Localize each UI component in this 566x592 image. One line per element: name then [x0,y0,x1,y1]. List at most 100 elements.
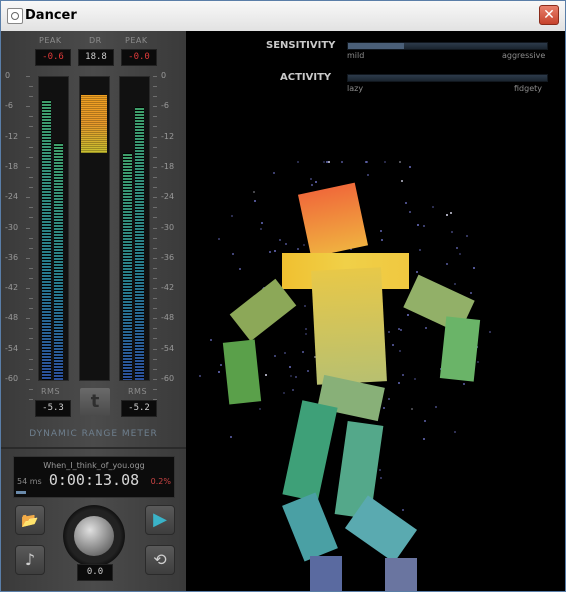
particle [304,305,307,308]
scale-tick [26,318,30,320]
scale-tick [153,368,157,370]
particle [231,252,234,255]
particle [466,234,469,237]
particle [388,398,390,401]
particle [405,202,408,205]
scale-tick [29,368,33,370]
music-button[interactable]: ♪ [15,545,45,575]
particle [399,349,402,352]
right-peak-bar [135,107,144,380]
scale-tick [29,399,33,400]
close-button[interactable] [539,5,559,25]
loop-button[interactable]: ⟲ [145,545,175,575]
particle [462,382,465,385]
particle [422,225,425,228]
particle [310,183,313,186]
particle [296,161,299,164]
particle [279,238,282,241]
particle [446,262,449,265]
particle [323,161,326,163]
particle [268,250,271,253]
scale-tick [29,358,33,360]
scale-label: -54 [5,343,19,353]
scale-tick [29,86,33,87]
particle [401,373,404,376]
sensitivity-max-label: aggressive [502,51,546,60]
particle [473,266,476,269]
scale-tick [29,338,33,340]
scale-label: -42 [161,283,175,293]
volume-knob[interactable] [63,505,125,567]
dancer-lower-arm-left [222,339,262,405]
particle [409,211,412,214]
particle [210,339,213,342]
scale-tick [153,116,157,118]
particle [423,438,426,441]
scale-tick [29,207,33,209]
particle [392,343,395,346]
activity-slider[interactable] [347,74,548,82]
scale-tick [29,277,33,279]
sensitivity-label: SENSITIVITY [266,40,336,51]
progress-bar[interactable] [16,491,26,494]
scale-tick [153,318,157,320]
dancer-window: Dancer PEAK DR PEAK -0.6 18.8 -0.0 0 0 -6 -… [0,0,566,592]
scale-tick [153,338,157,340]
sensitivity-fill [348,43,404,49]
scale-tick [153,267,157,269]
scale-tick [153,207,157,209]
scale-tick [29,176,33,178]
scale-label: -24 [161,192,175,202]
particle [252,190,255,193]
particle [424,419,427,422]
scale-tick [153,156,157,158]
particle [388,331,391,334]
scale-tick [29,308,33,310]
scale-tick [29,96,33,97]
particle [273,355,276,358]
dr-meter [79,76,110,381]
scale-label: -12 [5,131,19,141]
scale-tick [29,116,33,118]
dancer-torso [311,267,387,385]
particle [459,253,462,256]
scale-tick [26,227,30,229]
player-display: When_I_think_of_you.ogg 54 ms 0:00:13.08… [13,456,175,498]
particle [230,215,233,218]
rms-left-value: -5.3 [35,400,71,417]
particle [289,366,292,369]
scale-label: -60 [161,374,175,383]
scale-label: -24 [5,192,19,202]
music-note-icon: ♪ [24,550,36,569]
scale-tick [26,166,30,168]
scale-tick [153,86,157,87]
scale-label: -48 [161,313,175,323]
particle [261,222,264,225]
scale-tick [29,217,33,219]
rms-left-label: RMS [41,387,61,396]
particle [285,242,288,245]
scale-tick [29,186,33,188]
app-icon [7,8,23,24]
particle [327,161,330,163]
scale-label: -54 [161,343,175,353]
scale-tick [153,237,157,239]
scale-tick [153,166,157,168]
particle [218,237,221,240]
activity-label: ACTIVITY [280,72,332,83]
particle [415,270,418,273]
particle [455,247,458,250]
sensitivity-slider[interactable] [347,42,548,50]
play-button[interactable]: ▶ [145,505,175,535]
track-filename: When_I_think_of_you.ogg [43,461,145,470]
scale-label: -60 [5,374,19,383]
scale-tick [153,96,157,97]
scale-tick [153,277,157,279]
particle [381,238,384,241]
dr-range-bar [81,94,107,153]
dynamic-range-meter-panel: PEAK DR PEAK -0.6 18.8 -0.0 0 0 -6 -6 -12 -12… [1,31,186,591]
scale-tick [153,76,157,77]
title-bar[interactable]: Dancer [1,1,565,32]
t-logo-button[interactable]: t [80,388,110,416]
open-folder-button[interactable]: 📂 [15,505,45,535]
